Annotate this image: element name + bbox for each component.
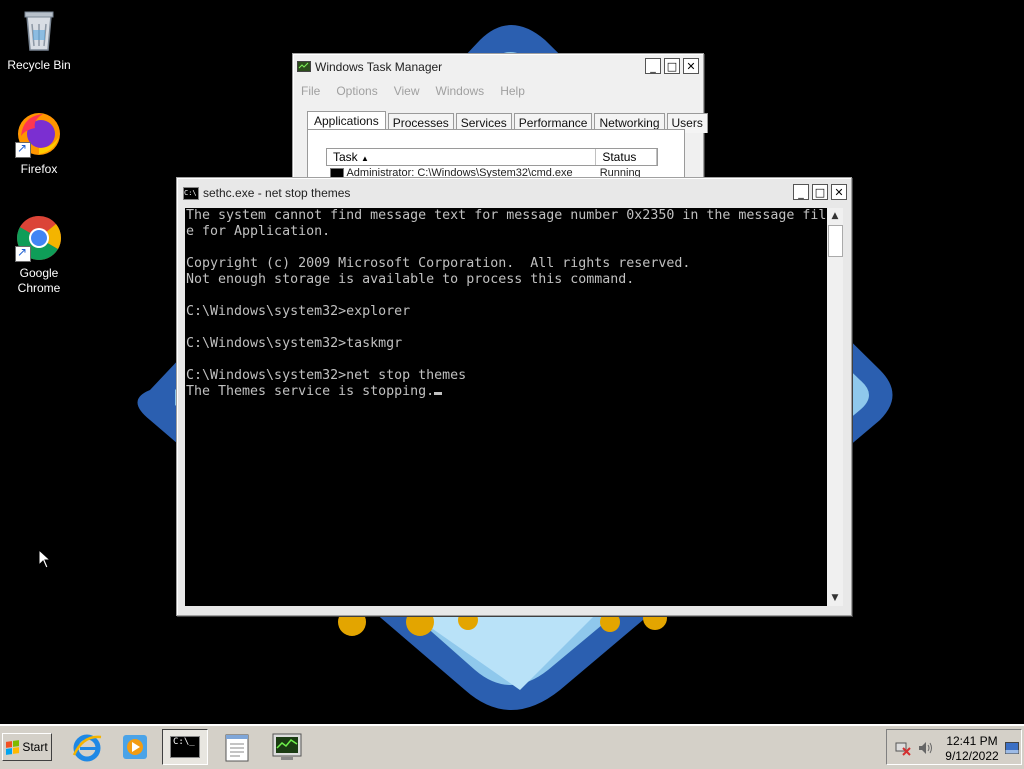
- console-line: Copyright (c) 2009 Microsoft Corporation…: [186, 256, 691, 271]
- console-titlebar[interactable]: C:\ sethc.exe - net stop themes _ □ ✕: [183, 184, 847, 202]
- console-line: C:\Windows\system32>taskmgr: [186, 336, 403, 351]
- minimize-button[interactable]: _: [793, 184, 809, 200]
- chrome-icon: [15, 214, 63, 262]
- close-button[interactable]: ✕: [683, 58, 699, 74]
- recycle-bin-icon: [15, 6, 63, 54]
- network-icon[interactable]: [895, 740, 911, 759]
- volume-icon[interactable]: [917, 740, 935, 759]
- desktop-icon-label: Firefox: [20, 162, 58, 176]
- desktop-icon-firefox[interactable]: Firefox: [1, 110, 77, 177]
- taskbar-command-prompt[interactable]: C:\_: [162, 729, 208, 765]
- window-title: Windows Task Manager: [315, 60, 443, 74]
- text-cursor: [434, 392, 443, 395]
- internet-explorer-icon: [72, 734, 102, 762]
- mouse-pointer-icon: [38, 549, 52, 569]
- menu-bar: File Options View Windows Help: [301, 84, 541, 98]
- column-header-status[interactable]: Status: [596, 149, 657, 165]
- scrollbar-thumb[interactable]: [828, 225, 843, 257]
- scroll-down-arrow-icon[interactable]: ▼: [827, 590, 843, 606]
- desktop-icon-recycle-bin[interactable]: Recycle Bin: [1, 6, 77, 73]
- menu-view[interactable]: View: [394, 84, 420, 98]
- console-line: The Themes service is stopping.: [186, 384, 435, 399]
- taskbar-media-player[interactable]: [112, 729, 158, 765]
- column-header-task[interactable]: Task ▲: [327, 149, 597, 165]
- windows-logo-icon: [6, 739, 20, 755]
- console-line: The system cannot find message text for …: [186, 208, 827, 223]
- media-player-icon: [123, 735, 147, 759]
- minimize-button[interactable]: _: [645, 58, 661, 74]
- scroll-up-arrow-icon[interactable]: ▲: [827, 208, 843, 224]
- taskbar-notepad[interactable]: [214, 729, 260, 765]
- taskbar-internet-explorer[interactable]: [64, 729, 110, 765]
- console-line: C:\Windows\system32>net stop themes: [186, 368, 467, 383]
- command-prompt-icon: C:\: [183, 186, 199, 200]
- desktop-icon-label: Google Chrome: [17, 266, 61, 295]
- show-desktop-icon[interactable]: [1005, 742, 1019, 757]
- start-button[interactable]: Start: [2, 733, 52, 761]
- menu-help[interactable]: Help: [500, 84, 525, 98]
- window-title: sethc.exe - net stop themes: [203, 186, 351, 200]
- maximize-button[interactable]: □: [664, 58, 680, 74]
- clock-date: 9/12/2022: [945, 749, 999, 763]
- console-line: Not enough storage is available to proce…: [186, 272, 635, 287]
- task-manager-titlebar[interactable]: Windows Task Manager _ □ ✕: [297, 58, 699, 76]
- desktop-icon-label: Recycle Bin: [7, 58, 71, 72]
- shortcut-arrow-icon: [15, 141, 31, 158]
- task-manager-icon: [297, 61, 311, 72]
- close-button[interactable]: ✕: [831, 184, 847, 200]
- menu-windows[interactable]: Windows: [436, 84, 485, 98]
- start-label: Start: [22, 740, 48, 754]
- task-manager-icon: [272, 733, 302, 760]
- clock[interactable]: 12:41 PM 9/12/2022: [939, 734, 1005, 764]
- clock-time: 12:41 PM: [946, 734, 998, 748]
- firefox-icon: [15, 110, 63, 158]
- taskbar-task-manager[interactable]: [264, 729, 310, 765]
- console-line: e for Application.: [186, 224, 331, 239]
- shortcut-arrow-icon: [15, 245, 31, 262]
- menu-file[interactable]: File: [301, 84, 320, 98]
- console-window[interactable]: C:\ sethc.exe - net stop themes _ □ ✕ Th…: [176, 177, 852, 616]
- desktop-icon-chrome[interactable]: Google Chrome: [1, 214, 77, 296]
- maximize-button[interactable]: □: [812, 184, 828, 200]
- vertical-scrollbar[interactable]: ▲ ▼: [827, 208, 843, 606]
- sort-ascending-icon: ▲: [361, 154, 369, 163]
- command-prompt-icon: C:\_: [170, 736, 200, 758]
- task-list-header: Task ▲ Status: [326, 148, 658, 166]
- console-output[interactable]: The system cannot find message text for …: [185, 208, 827, 606]
- task-manager-window[interactable]: Windows Task Manager _ □ ✕ File Options …: [292, 53, 708, 191]
- menu-options[interactable]: Options: [336, 84, 377, 98]
- taskbar: Start C:\_ 12:41 PM 9/12/2022: [0, 724, 1024, 769]
- console-line: C:\Windows\system32>explorer: [186, 304, 411, 319]
- system-tray: 12:41 PM 9/12/2022: [886, 729, 1022, 765]
- notepad-icon: [225, 734, 249, 762]
